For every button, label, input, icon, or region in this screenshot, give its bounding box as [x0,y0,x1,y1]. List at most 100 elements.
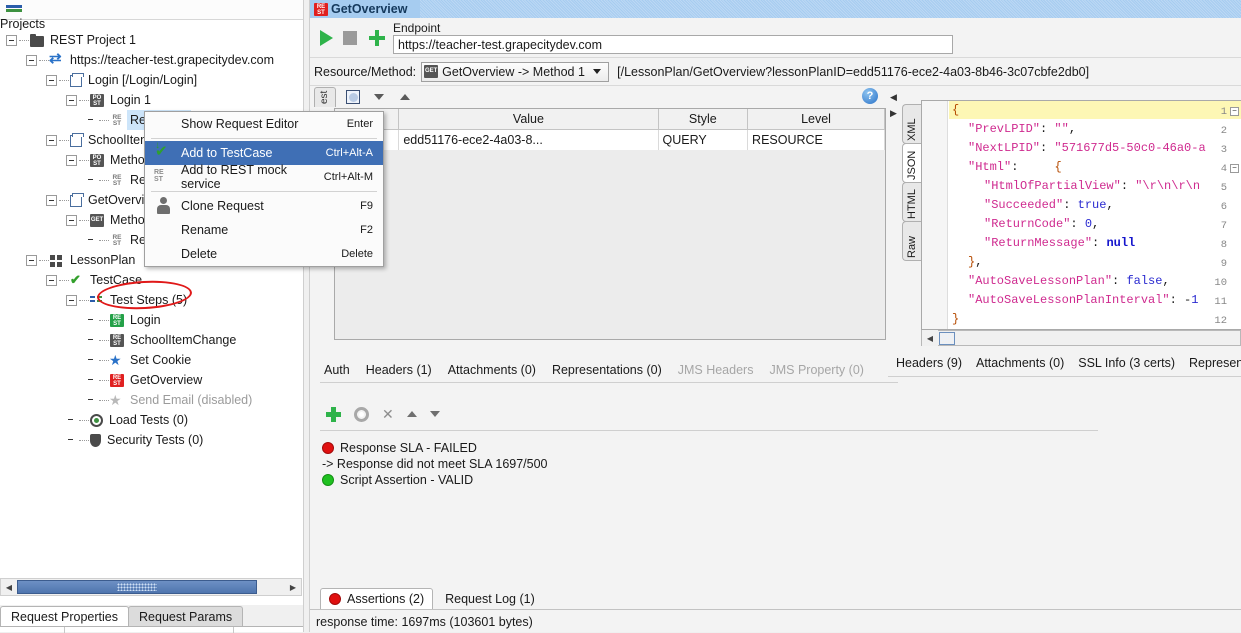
stop-icon[interactable] [343,30,357,45]
code-fold-toggle[interactable]: − [1230,164,1239,173]
response-format-tabs[interactable]: XML JSON HTML Raw [902,104,922,264]
scroll-thumb[interactable] [939,331,955,345]
response-tab-raw[interactable]: Raw [902,221,922,261]
tab-ssl-info-3-certs[interactable]: SSL Info (3 certs) [1078,356,1175,370]
column-header-level[interactable]: Level [747,109,885,130]
resource-method-select[interactable]: GET GetOverview -> Method 1 [421,61,610,82]
tree-node-load-tests-0[interactable]: Load Tests (0) [0,410,308,430]
tab-representa[interactable]: Representa [1189,356,1241,370]
menu-item-show-request-editor[interactable]: Show Request Editor Enter [145,112,383,136]
vertical-splitter[interactable] [303,0,310,632]
response-tab-xml[interactable]: XML [902,104,922,144]
play-icon[interactable] [320,29,333,46]
tree-toggle[interactable] [66,94,77,106]
navigator-horizontal-scrollbar[interactable]: ◀ ▶ [0,578,302,596]
tree-node-send-email-disabled[interactable]: Send Email (disabled) [0,390,308,410]
scroll-left-arrow[interactable]: ◀ [922,330,938,346]
scroll-right-arrow[interactable]: ▶ [285,579,301,595]
tree-toggle[interactable] [66,214,77,226]
menu-item-delete[interactable]: Delete Delete [145,242,383,266]
response-detail-tabs[interactable]: Headers (9) Attachments (0) SSL Info (3 ce… [888,351,1241,375]
tab-attachments-0[interactable]: Attachments (0) [448,363,536,377]
plus-icon[interactable] [369,29,385,46]
menu-item-add-to-testcase[interactable]: Add to TestCase Ctrl+Alt-A [145,140,383,165]
tree-node-rest-project-1[interactable]: REST Project 1 [0,30,308,50]
tree-toggle[interactable] [26,254,37,266]
assertion-row[interactable]: Script Assertion - VALID [322,472,822,488]
tab-headers-1[interactable]: Headers (1) [366,363,432,377]
nav-bars-icon[interactable] [6,4,24,15]
menu-item-rename[interactable]: Rename F2 [145,218,383,242]
chevron-down-icon[interactable] [429,411,440,417]
column-header-value[interactable]: Value [398,109,659,130]
params-table[interactable]: NameValueStyleLevel nIDedd51176-ece2-4a0… [334,108,886,340]
tree-node-testcase[interactable]: TestCase [0,270,308,290]
menu-item-clone-request[interactable]: Clone Request F9 [145,194,383,218]
chevron-up-icon[interactable] [406,411,417,417]
scroll-thumb[interactable] [17,580,257,594]
tab-assertions-2[interactable]: Assertions (2) [320,588,434,610]
tab-representations-0[interactable]: Representations (0) [552,363,662,377]
tree-node-login-1[interactable]: PO ST Login 1 [0,90,308,110]
tree-toggle[interactable] [66,154,77,166]
response-horizontal-scrollbar[interactable]: ◀ [921,330,1241,346]
close-icon[interactable]: ✕ [382,406,394,423]
tree-toggle[interactable] [46,194,57,206]
tree-toggle[interactable] [46,134,57,146]
tab-jms-property-0[interactable]: JMS Property (0) [769,363,863,377]
tab-attachments-0[interactable]: Attachments (0) [976,356,1064,370]
help-icon[interactable]: ? [862,88,878,104]
endpoint-toolbar: Endpoint https://teacher-test.grapecityd… [310,18,1241,58]
response-json-editor[interactable]: 1−{2 "PrevLPID": "", 3 "NextLPID": "571677d… [921,100,1241,330]
request-side-tab[interactable]: est [314,87,336,107]
tree-node-getoverview[interactable]: RE ST GetOverview [0,370,308,390]
plus-icon[interactable] [326,406,341,422]
tree-toggle[interactable] [46,74,57,86]
assertions-list[interactable]: Response SLA - FAILED -> Response did not… [322,440,822,488]
tree-node-security-tests-0[interactable]: Security Tests (0) [0,430,308,450]
chevron-up-icon[interactable] [396,88,414,106]
response-tabs-divider [888,376,1241,377]
globals-icon[interactable] [344,88,362,106]
navigator-bottom-tabs[interactable]: Request Properties Request Params [0,605,308,627]
tree-toggle[interactable] [66,294,77,306]
tree-toggle[interactable] [6,34,17,46]
cell-style[interactable]: QUERY [658,129,749,151]
tree-node-login-login-login[interactable]: Login [/Login/Login] [0,70,308,90]
chevron-down-icon[interactable] [370,88,388,106]
menu-item-add-to-rest-mock-service[interactable]: RE ST Add to REST mock service Ctrl+Alt-M [145,163,383,191]
response-tab-json[interactable]: JSON [902,143,922,183]
bottom-tab-bar[interactable]: Assertions (2) Request Log (1) [320,586,1100,610]
cell-level[interactable]: RESOURCE [747,129,885,151]
request-detail-tabs[interactable]: Auth Headers (1) Attachments (0) Representa… [324,358,894,382]
chevron-down-icon[interactable] [593,69,602,74]
splitter-collapse-icon[interactable]: ◀ [890,92,897,103]
tab-request-properties[interactable]: Request Properties [0,606,130,627]
tree-toggle[interactable] [26,54,37,66]
tree-node-https-teacher-test-grapecitydev-com[interactable]: https://teacher-test.grapecitydev.com [0,49,308,70]
tab-auth[interactable]: Auth [324,363,350,377]
code-fold-toggle[interactable]: − [1230,107,1239,116]
tree-node-schoolitemchange[interactable]: RE ST SchoolItemChange [0,330,308,350]
table-row[interactable]: nIDedd51176-ece2-4a03-8...QUERYRESOURCE [335,129,885,151]
tab-headers-9[interactable]: Headers (9) [896,356,962,370]
column-header-style[interactable]: Style [658,109,749,130]
assertion-row[interactable]: -> Response did not meet SLA 1697/500 [322,456,822,472]
tree-toggle[interactable] [46,274,57,286]
tree-node-set-cookie[interactable]: Set Cookie [0,350,308,370]
gear-icon[interactable] [354,406,369,422]
response-splitter[interactable]: ◀ ▶ [888,86,900,354]
scroll-left-arrow[interactable]: ◀ [1,579,17,595]
response-tab-html[interactable]: HTML [902,182,922,222]
params-table-body[interactable]: nIDedd51176-ece2-4a03-8...QUERYRESOURCE [335,129,885,151]
context-menu[interactable]: Show Request Editor Enter Add to TestCase C… [144,111,384,267]
tab-request-log-1[interactable]: Request Log (1) [437,588,543,610]
splitter-expand-icon[interactable]: ▶ [890,108,897,119]
tree-node-login[interactable]: RE ST Login [0,310,308,330]
endpoint-input[interactable]: https://teacher-test.grapecitydev.com [393,35,953,54]
cell-value[interactable]: edd51176-ece2-4a03-8... [398,129,659,151]
tree-node-test-steps-5[interactable]: Test Steps (5) [0,290,308,310]
tab-jms-headers[interactable]: JMS Headers [678,363,754,377]
assertion-row[interactable]: Response SLA - FAILED [322,440,822,456]
tab-request-params[interactable]: Request Params [128,606,244,627]
